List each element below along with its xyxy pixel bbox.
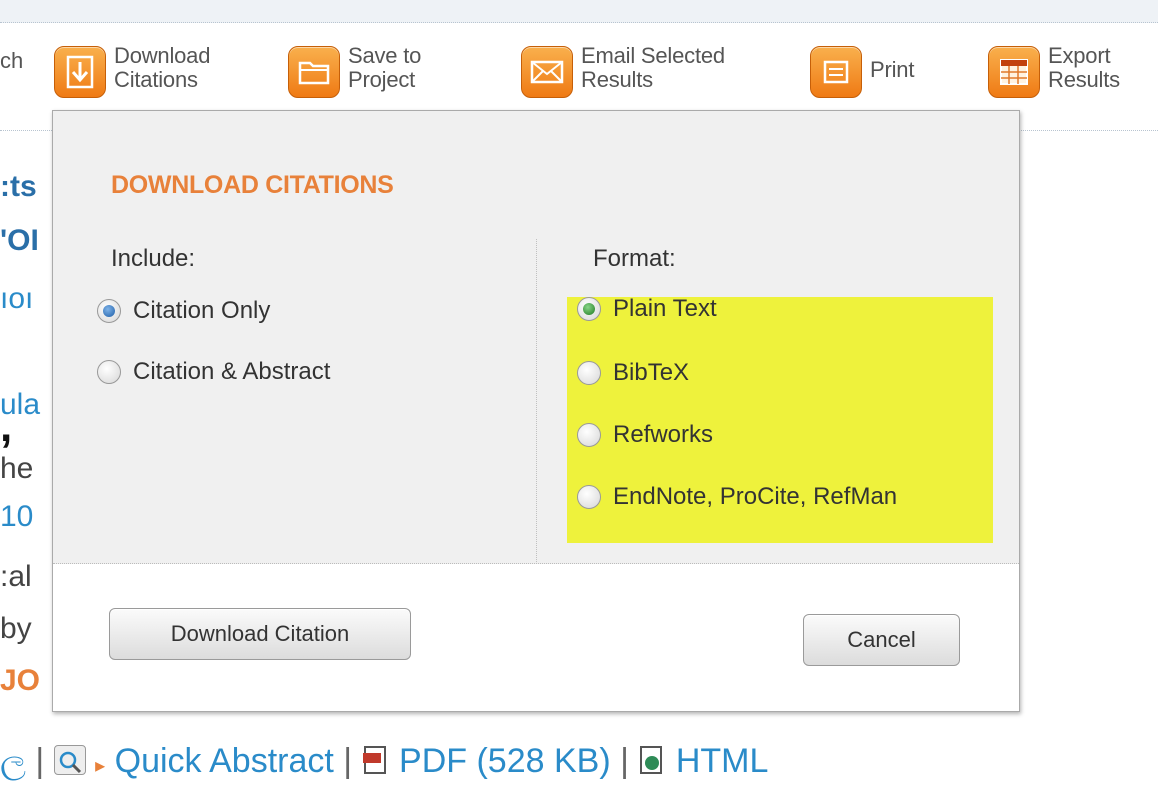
background-fragment: JO	[0, 664, 41, 697]
download-citation-button[interactable]: Download Citation	[109, 608, 411, 660]
option-label: Refworks	[613, 421, 714, 448]
radio-selected-icon	[97, 299, 121, 323]
envelope-icon	[521, 46, 573, 98]
save-to-project-label: Save to Project	[348, 43, 422, 92]
folder-icon	[288, 46, 340, 98]
format-endnote-radio[interactable]: EndNote, ProCite, RefMan	[577, 483, 897, 511]
background-fragment: he	[0, 452, 34, 485]
download-citations-button[interactable]: Download Citations	[54, 43, 211, 98]
pdf-link[interactable]: PDF (528 KB)	[399, 742, 611, 780]
download-arrow-icon	[54, 46, 106, 98]
pdf-icon	[362, 745, 390, 775]
separator: |	[343, 742, 362, 780]
option-label: EndNote, ProCite, RefMan	[613, 483, 898, 510]
dialog-footer: Download Citation Cancel	[53, 564, 1019, 711]
quick-abstract-link[interactable]: Quick Abstract	[115, 742, 334, 780]
export-results-button[interactable]: Export Results	[988, 43, 1120, 98]
email-selected-results-label: Email Selected Results	[581, 43, 725, 92]
format-label: Format:	[593, 245, 676, 272]
include-citation-abstract-radio[interactable]: Citation & Abstract	[97, 358, 330, 386]
radio-unselected-icon	[577, 485, 601, 509]
background-fragment: ıoı	[0, 282, 34, 315]
partial-icon: ල	[0, 742, 26, 780]
radio-selected-icon	[577, 297, 601, 321]
print-button[interactable]: Print	[810, 46, 914, 98]
background-fragment: :ts	[0, 170, 37, 203]
spreadsheet-icon	[988, 46, 1040, 98]
cancel-button[interactable]: Cancel	[803, 614, 960, 666]
arrow-right-icon: ▸	[95, 755, 106, 777]
background-fragment: 10	[0, 500, 34, 533]
background-fragment: ,	[0, 402, 13, 451]
option-label: Citation Only	[133, 297, 271, 324]
radio-unselected-icon	[577, 423, 601, 447]
printer-icon	[810, 46, 862, 98]
column-divider	[536, 239, 537, 564]
print-label: Print	[870, 57, 915, 82]
result-links: ල | ▸ Quick Abstract | PDF (528 KB) | HT…	[0, 742, 768, 781]
download-citations-dialog: DOWNLOAD CITATIONS Include: Citation Onl…	[52, 110, 1020, 712]
html-link[interactable]: HTML	[676, 742, 769, 780]
background-fragment: 'OI	[0, 224, 39, 257]
include-label: Include:	[111, 245, 196, 272]
format-bibtex-radio[interactable]: BibTeX	[577, 359, 689, 387]
separator: |	[620, 742, 639, 780]
save-to-project-button[interactable]: Save to Project	[288, 43, 422, 98]
export-results-label: Export Results	[1048, 43, 1120, 92]
magnifier-icon	[53, 745, 86, 776]
option-label: Citation & Abstract	[133, 358, 331, 385]
radio-unselected-icon	[97, 360, 121, 384]
separator: |	[35, 742, 54, 780]
toolbar-partial-label: ch	[0, 48, 24, 73]
top-band	[0, 0, 1158, 23]
html-icon	[638, 745, 666, 775]
download-citations-label: Download Citations	[114, 43, 211, 92]
background-fragment: :al	[0, 560, 32, 593]
email-selected-results-button[interactable]: Email Selected Results	[521, 43, 725, 98]
format-refworks-radio[interactable]: Refworks	[577, 421, 713, 449]
option-label: BibTeX	[613, 359, 690, 386]
option-label: Plain Text	[613, 295, 717, 322]
include-citation-only-radio[interactable]: Citation Only	[97, 297, 270, 325]
background-fragment: by	[0, 612, 32, 645]
format-plain-text-radio[interactable]: Plain Text	[577, 295, 717, 323]
dialog-title: DOWNLOAD CITATIONS	[111, 171, 394, 199]
radio-unselected-icon	[577, 361, 601, 385]
